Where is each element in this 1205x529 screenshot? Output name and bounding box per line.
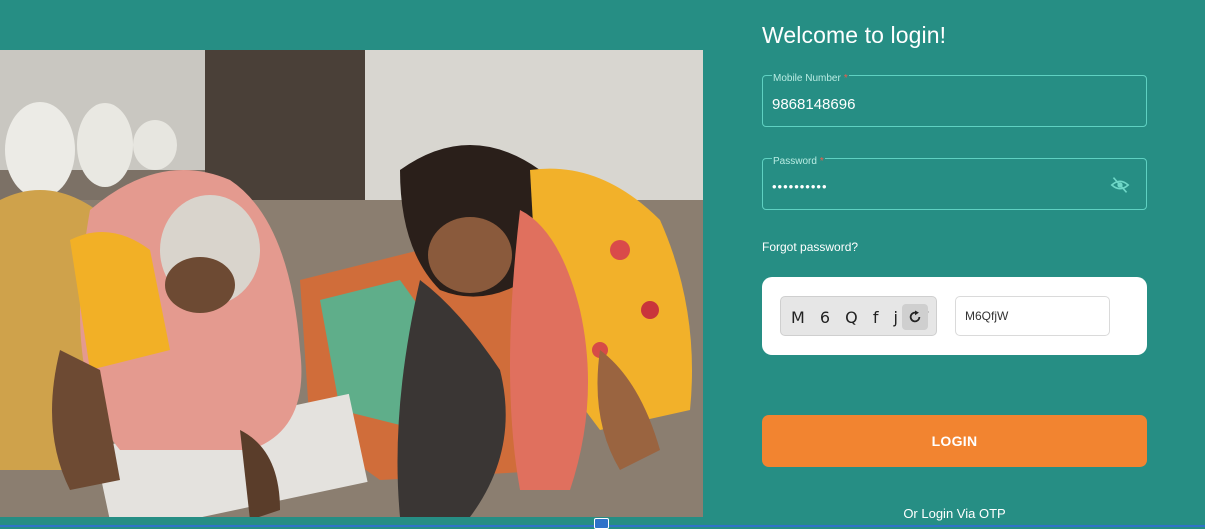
forgot-password-link[interactable]: Forgot password? <box>762 240 858 254</box>
required-mark: * <box>819 156 824 167</box>
password-field[interactable]: Password * •••••••••• <box>762 156 1147 210</box>
password-label: Password * <box>772 156 825 167</box>
captcha-display: M 6 Q f j W <box>780 296 937 336</box>
captcha-input[interactable] <box>955 296 1110 336</box>
scroll-handle[interactable] <box>594 518 609 529</box>
refresh-icon[interactable] <box>902 304 928 330</box>
login-button[interactable]: LOGIN <box>762 415 1147 467</box>
login-via-otp-link[interactable]: Or Login Via OTP <box>762 506 1147 521</box>
eye-off-icon[interactable] <box>1110 176 1130 194</box>
mobile-number-field[interactable]: Mobile Number * 9868148696 <box>762 73 1147 127</box>
hero-photo <box>0 50 703 517</box>
captcha-card: M 6 Q f j W <box>762 277 1147 355</box>
required-mark: * <box>843 73 848 84</box>
page-title: Welcome to login! <box>762 22 947 48</box>
mobile-number-value[interactable]: 9868148696 <box>772 96 855 113</box>
login-panel: Welcome to login! Mobile Number * 9868148… <box>762 0 1147 529</box>
password-value[interactable]: •••••••••• <box>772 179 828 194</box>
mobile-number-label: Mobile Number * <box>772 73 849 84</box>
